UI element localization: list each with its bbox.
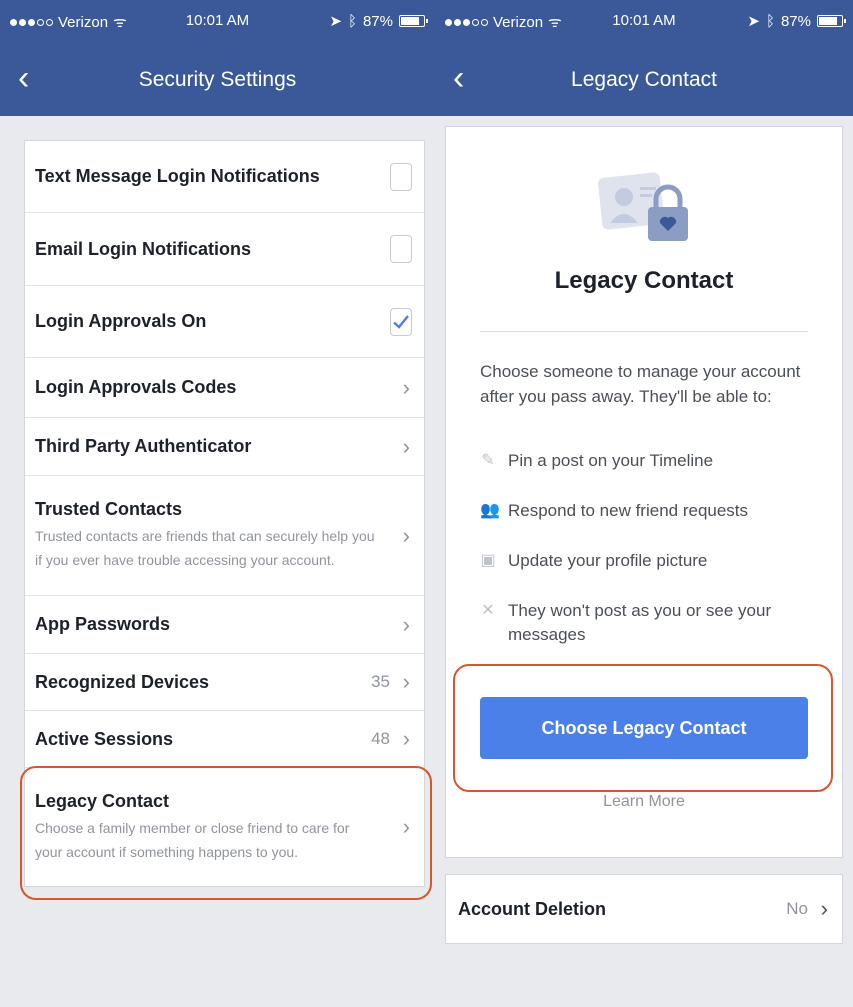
setting-description: Choose a family member or close friend t… [35, 819, 350, 860]
chevron-right-icon: › [402, 611, 410, 637]
setting-label: Trusted Contacts [35, 499, 183, 519]
card-title: Legacy Contact [554, 267, 734, 294]
pencil-icon: ✎ [481, 452, 495, 469]
setting-text-message-login-notifications[interactable]: Text Message Login Notifications [25, 141, 424, 213]
setting-third-party-authenticator[interactable]: Third Party Authenticator › [25, 418, 424, 476]
checkbox[interactable] [390, 235, 412, 263]
status-bar: Verizon ᯤ 10:01 AM ➤ ᛒ 87% [435, 0, 853, 44]
id-card-lock-icon [598, 172, 688, 241]
chevron-right-icon: › [402, 374, 410, 400]
setting-login-approvals-codes[interactable]: Login Approvals Codes › [25, 358, 424, 418]
camera-icon: ▣ [480, 552, 496, 569]
battery-icon [399, 15, 428, 27]
choose-legacy-contact-button[interactable]: Choose Legacy Contact [480, 697, 808, 759]
setting-label: Login Approvals On [35, 311, 207, 331]
setting-login-approvals-on[interactable]: Login Approvals On [25, 286, 424, 358]
setting-active-sessions[interactable]: Active Sessions 48 › [25, 711, 424, 768]
battery-percent: 87% [362, 12, 393, 30]
setting-label: Text Message Login Notifications [35, 166, 320, 186]
session-count: 48 [371, 729, 390, 748]
setting-label: Legacy Contact [35, 790, 170, 811]
battery-percent: 87% [780, 12, 811, 30]
learn-more-link[interactable]: Learn More [446, 793, 842, 811]
divider [480, 331, 808, 332]
setting-legacy-contact[interactable]: Legacy Contact Choose a family member or… [25, 768, 424, 886]
nav-bar: ‹ Legacy Contact [435, 44, 853, 116]
intro-text: Choose someone to manage your account af… [480, 362, 801, 406]
chevron-right-icon: › [402, 433, 410, 459]
feature-text: Update your profile picture [508, 551, 708, 570]
chevron-right-icon: › [402, 522, 410, 548]
account-deletion-value: No [786, 899, 808, 918]
bluetooth-icon: ᛒ [347, 12, 357, 30]
chevron-right-icon: › [402, 669, 410, 694]
setting-app-passwords[interactable]: App Passwords › [25, 596, 424, 654]
location-icon: ➤ [747, 13, 760, 30]
battery-icon [817, 15, 846, 27]
feature-text: Respond to new friend requests [508, 501, 749, 520]
feature-text: They won't post as you or see your messa… [508, 601, 772, 644]
setting-label: Login Approvals Codes [35, 377, 237, 397]
setting-description: Trusted contacts are friends that can se… [35, 528, 375, 568]
account-deletion-row[interactable]: Account Deletion No › [445, 874, 843, 944]
setting-label: App Passwords [35, 614, 171, 634]
setting-recognized-devices[interactable]: Recognized Devices 35 › [25, 654, 424, 711]
feature-item: ▣ Update your profile picture [480, 549, 822, 573]
checkbox[interactable] [390, 162, 412, 191]
security-settings-screen: Verizon ᯤ 10:01 AM ➤ ᛒ 87% ‹ Security Se… [0, 0, 435, 1007]
page-title: Legacy Contact [571, 68, 717, 91]
feature-text: Pin a post on your Timeline [508, 451, 714, 470]
checkmark-icon [393, 314, 409, 329]
checkbox-checked[interactable] [390, 307, 412, 336]
setting-label: Active Sessions [35, 728, 174, 749]
bluetooth-icon: ᛒ [765, 12, 775, 30]
friends-icon: 👥 [480, 502, 500, 519]
setting-label: Email Login Notifications [35, 238, 252, 259]
x-icon: ✕ [481, 602, 495, 619]
page-title: Security Settings [138, 68, 297, 91]
location-icon: ➤ [329, 13, 342, 30]
feature-item: 👥 Respond to new friend requests [480, 499, 822, 523]
setting-trusted-contacts[interactable]: Trusted Contacts Trusted contacts are fr… [25, 476, 424, 596]
nav-bar: ‹ Security Settings [0, 44, 435, 116]
feature-item: ✎ Pin a post on your Timeline [480, 449, 822, 473]
device-count: 35 [371, 672, 390, 691]
chevron-right-icon: › [402, 814, 410, 839]
setting-email-login-notifications[interactable]: Email Login Notifications [25, 213, 424, 286]
status-bar: Verizon ᯤ 10:01 AM ➤ ᛒ 87% [0, 0, 435, 44]
setting-label: Recognized Devices [35, 671, 210, 692]
feature-item: ✕ They won't post as you or see your mes… [480, 599, 822, 647]
legacy-contact-screen: Verizon ᯤ 10:01 AM ➤ ᛒ 87% ‹ Legacy Cont… [435, 0, 853, 1007]
chevron-right-icon: › [402, 726, 410, 751]
account-deletion-label: Account Deletion [458, 898, 607, 919]
chevron-right-icon: › [820, 896, 828, 921]
setting-label: Third Party Authenticator [35, 436, 252, 456]
legacy-contact-card: Legacy Contact Choose someone to manage … [445, 126, 843, 858]
security-settings-list: Text Message Login Notifications Email L… [24, 140, 425, 887]
